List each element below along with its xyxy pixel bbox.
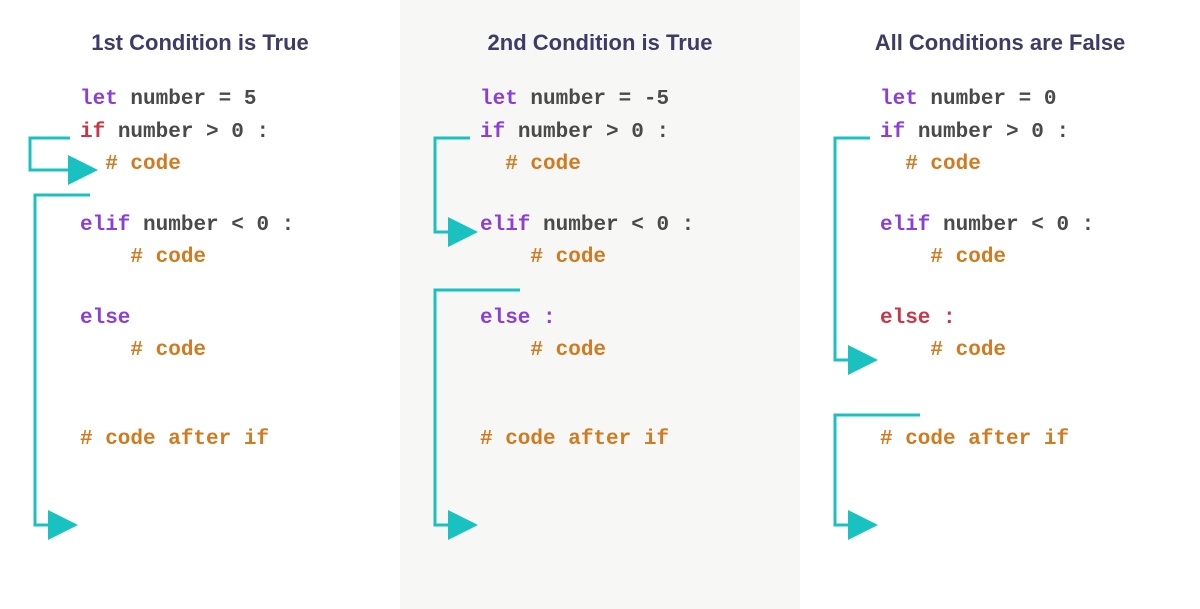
panel-2nd-condition: 2nd Condition is True let number = -5 if… bbox=[400, 0, 800, 609]
panel-title: 1st Condition is True bbox=[20, 30, 380, 56]
panel-all-false: All Conditions are False let number = 0 … bbox=[800, 0, 1200, 609]
code-block: let number = -5 if number > 0 : # code e… bbox=[420, 84, 780, 456]
code-line: else : bbox=[880, 303, 1180, 336]
code-line: # code bbox=[880, 149, 1180, 182]
code-block: let number = 5 if number > 0 : # code el… bbox=[20, 84, 380, 456]
code-line: # code bbox=[80, 149, 380, 182]
code-line: if number > 0 : bbox=[480, 117, 780, 150]
code-line: if number > 0 : bbox=[80, 117, 380, 150]
code-line: let number = 5 bbox=[80, 84, 380, 117]
code-block: let number = 0 if number > 0 : # code el… bbox=[820, 84, 1180, 456]
code-line: if number > 0 : bbox=[880, 117, 1180, 150]
code-line: elif number < 0 : bbox=[80, 210, 380, 243]
code-line: # code bbox=[80, 335, 380, 368]
code-line: # code bbox=[480, 149, 780, 182]
panel-title: All Conditions are False bbox=[820, 30, 1180, 56]
code-line: let number = -5 bbox=[480, 84, 780, 117]
code-line: # code after if bbox=[80, 424, 380, 457]
code-line: # code bbox=[880, 335, 1180, 368]
code-line: # code bbox=[480, 335, 780, 368]
code-line: elif number < 0 : bbox=[480, 210, 780, 243]
code-line: # code after if bbox=[880, 424, 1180, 457]
code-line: elif number < 0 : bbox=[880, 210, 1180, 243]
code-line: let number = 0 bbox=[880, 84, 1180, 117]
code-line: # code after if bbox=[480, 424, 780, 457]
code-line: else bbox=[80, 303, 380, 336]
panel-1st-condition: 1st Condition is True let number = 5 if … bbox=[0, 0, 400, 609]
code-line: # code bbox=[480, 242, 780, 275]
panel-title: 2nd Condition is True bbox=[420, 30, 780, 56]
code-line: # code bbox=[80, 242, 380, 275]
code-line: else : bbox=[480, 303, 780, 336]
code-line: # code bbox=[880, 242, 1180, 275]
